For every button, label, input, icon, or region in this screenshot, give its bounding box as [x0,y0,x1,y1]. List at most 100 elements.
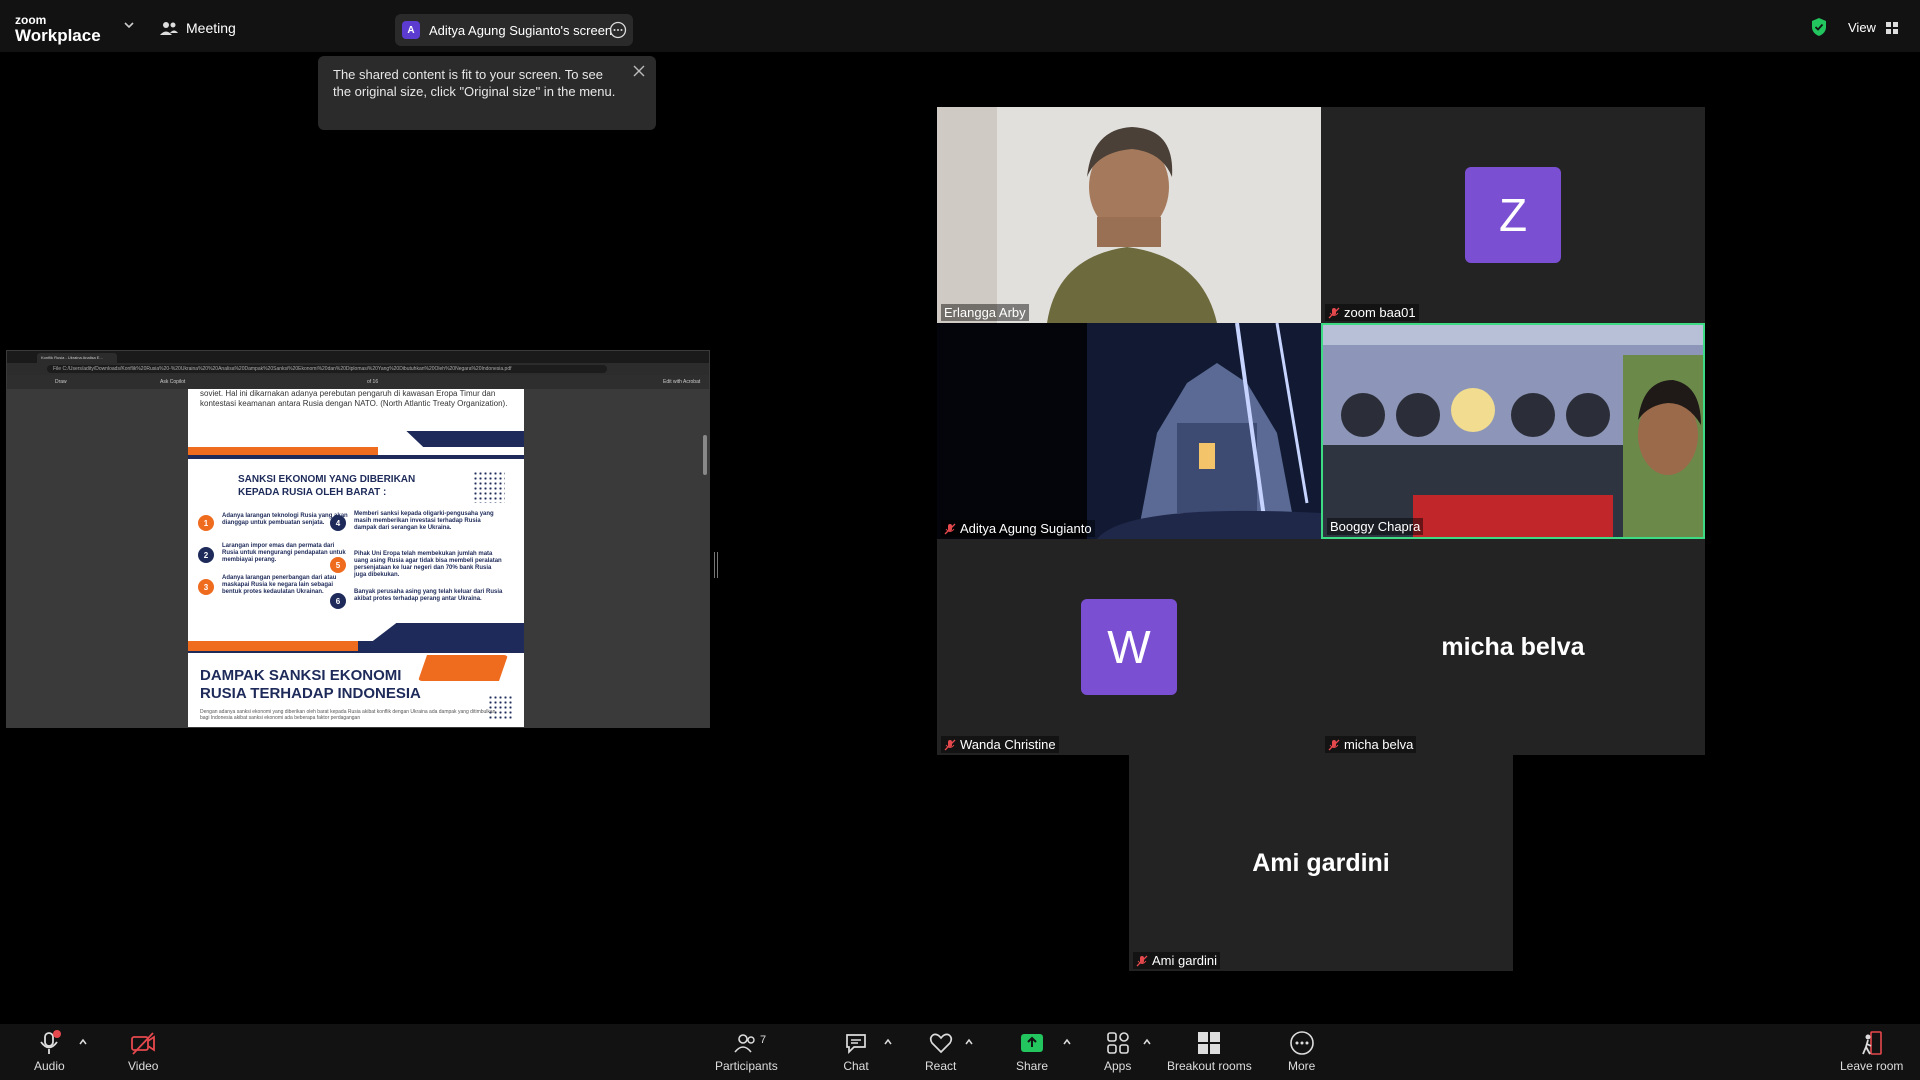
participant-name: Booggy Chapra [1327,518,1424,535]
mic-muted-icon [1328,739,1340,750]
people-icon [160,22,178,35]
participants-icon [734,1034,756,1053]
pdf-intro-text: soviet. Hal ini dikarnakan adanya perebu… [200,389,508,408]
share-label: Share [1016,1059,1049,1073]
video-off-icon [131,1032,156,1055]
leave-room-button[interactable]: Leave room [1840,1030,1903,1073]
edit-with-acrobat-button[interactable]: Edit with Acrobat [663,379,700,385]
participant-tile-active-speaker[interactable]: Booggy Chapra [1321,323,1705,539]
grid-view-icon [1885,21,1898,34]
participant-name: Wanda Christine [941,736,1059,753]
chevron-up-icon[interactable] [883,1038,893,1046]
meeting-menu[interactable]: Meeting [160,20,236,36]
participant-name-text: Ami gardini [1152,953,1218,968]
item-number: 1 [198,515,214,531]
participant-name-text: zoom baa01 [1344,305,1416,320]
participant-name: Ami gardini [1133,952,1221,969]
participant-tile[interactable]: micha belva micha belva [1321,539,1705,755]
tooltip-text: The shared content is fit to your screen… [333,67,616,99]
react-button[interactable]: React [925,1030,956,1073]
impact-title: DAMPAK SANKSI EKONOMI RUSIA TERHADAP IND… [200,667,421,703]
participant-video [937,323,1321,539]
breakout-rooms-button[interactable]: Breakout rooms [1167,1030,1252,1073]
participant-name-text: Wanda Christine [960,737,1056,752]
item-number: 3 [198,579,214,595]
mic-muted-icon [1136,955,1148,966]
more-options-icon[interactable] [609,21,627,39]
view-menu[interactable]: View [1848,20,1898,35]
sanctions-title-line1: SANKSI EKONOMI YANG DIBERIKAN [238,474,416,485]
more-icon [1289,1031,1314,1055]
url-field[interactable]: File C:/Users/adity/Downloads/Konflik%20… [47,365,607,373]
apps-icon [1106,1032,1129,1054]
decor-badge [418,655,508,681]
more-button[interactable]: More [1288,1030,1315,1073]
top-bar: zoom Workplace Meeting A Aditya Agung Su… [0,0,1920,52]
participant-tile[interactable]: Erlangga Arby [937,107,1321,323]
mic-muted-icon [944,523,956,534]
screen-share-label: Aditya Agung Sugianto's screen [429,22,613,38]
pdf-page: soviet. Hal ini dikarnakan adanya perebu… [188,389,524,727]
pdf-viewport[interactable]: soviet. Hal ini dikarnakan adanya perebu… [7,389,709,727]
participant-video [937,107,1321,323]
participant-tile[interactable]: Aditya Agung Sugianto [937,323,1321,539]
item-number: 2 [198,547,214,563]
sanctions-title: SANKSI EKONOMI YANG DIBERIKAN KEPADA RUS… [238,473,415,499]
participant-tile[interactable]: Ami gardini Ami gardini [1129,755,1513,971]
resize-handle[interactable] [714,552,718,578]
chevron-up-icon[interactable] [78,1038,88,1046]
decor-line [188,455,524,459]
leave-icon [1861,1031,1882,1055]
sanction-item: Memberi sanksi kepada oligarki-pengusaha… [354,511,494,531]
participant-tile[interactable]: Z zoom baa01 [1321,107,1705,323]
chevron-up-icon[interactable] [964,1038,974,1046]
pdf-toolbar: Draw Ask Copilot of 16 Edit with Acrobat [7,375,709,389]
browser-tab[interactable]: Konflik Rusia - Ukraina Analisa E... [37,353,117,363]
share-button[interactable]: Share [1016,1030,1048,1073]
audio-button[interactable]: Audio [34,1030,65,1073]
item-number: 6 [330,593,346,609]
page-count: of 16 [367,379,379,385]
chat-button[interactable]: Chat [843,1030,869,1073]
meeting-toolbar: Audio Video Participants 7 Chat React Sh… [0,1024,1920,1080]
leave-room-label: Leave room [1840,1059,1904,1073]
participants-count: 7 [760,1034,767,1046]
chevron-up-icon[interactable] [1142,1038,1152,1046]
decor-band-orange [188,447,378,455]
participants-button[interactable]: Participants [715,1030,778,1073]
ask-copilot-button[interactable]: Ask Copilot [160,379,185,385]
more-label: More [1288,1059,1316,1073]
video-button[interactable]: Video [128,1030,158,1073]
screen-share-indicator[interactable]: A Aditya Agung Sugianto's screen [395,14,633,46]
participant-display-name: Ami gardini [1252,849,1390,877]
mic-muted-icon [944,739,956,750]
chevron-up-icon[interactable] [1062,1038,1072,1046]
participant-tile[interactable]: W Wanda Christine [937,539,1321,755]
mic-muted-icon [1328,307,1340,318]
participant-name: Aditya Agung Sugianto [941,520,1095,537]
participants-label: Participants [715,1059,778,1073]
apps-button[interactable]: Apps [1104,1030,1131,1073]
share-screen-icon [1021,1034,1044,1052]
draw-tool[interactable]: Draw [55,379,67,385]
dot-pattern [473,471,505,503]
view-label: View [1848,20,1876,35]
avatar: W [1081,599,1177,695]
impact-title-line1: DAMPAK SANKSI EKONOMI [200,667,402,684]
apps-label: Apps [1104,1059,1132,1073]
participant-name-text: Erlangga Arby [944,305,1026,320]
avatar: Z [1465,167,1561,263]
decor-band-orange [188,641,358,651]
logo-line2: Workplace [15,26,101,45]
chevron-down-icon[interactable] [122,18,136,32]
breakout-rooms-label: Breakout rooms [1167,1059,1252,1073]
close-icon[interactable] [632,64,646,78]
meeting-label: Meeting [186,20,236,36]
shared-screen[interactable]: Konflik Rusia - Ukraina Analisa E... Fil… [6,350,710,728]
pdf-scrollbar[interactable] [703,435,707,475]
security-shield-icon[interactable] [1810,17,1828,37]
impact-text: Dengan adanya sanksi ekonomi yang diberi… [200,709,496,721]
zoom-logo[interactable]: zoom Workplace [15,14,101,44]
item-number: 4 [330,515,346,531]
browser-address-bar: File C:/Users/adity/Downloads/Konflik%20… [7,363,709,375]
